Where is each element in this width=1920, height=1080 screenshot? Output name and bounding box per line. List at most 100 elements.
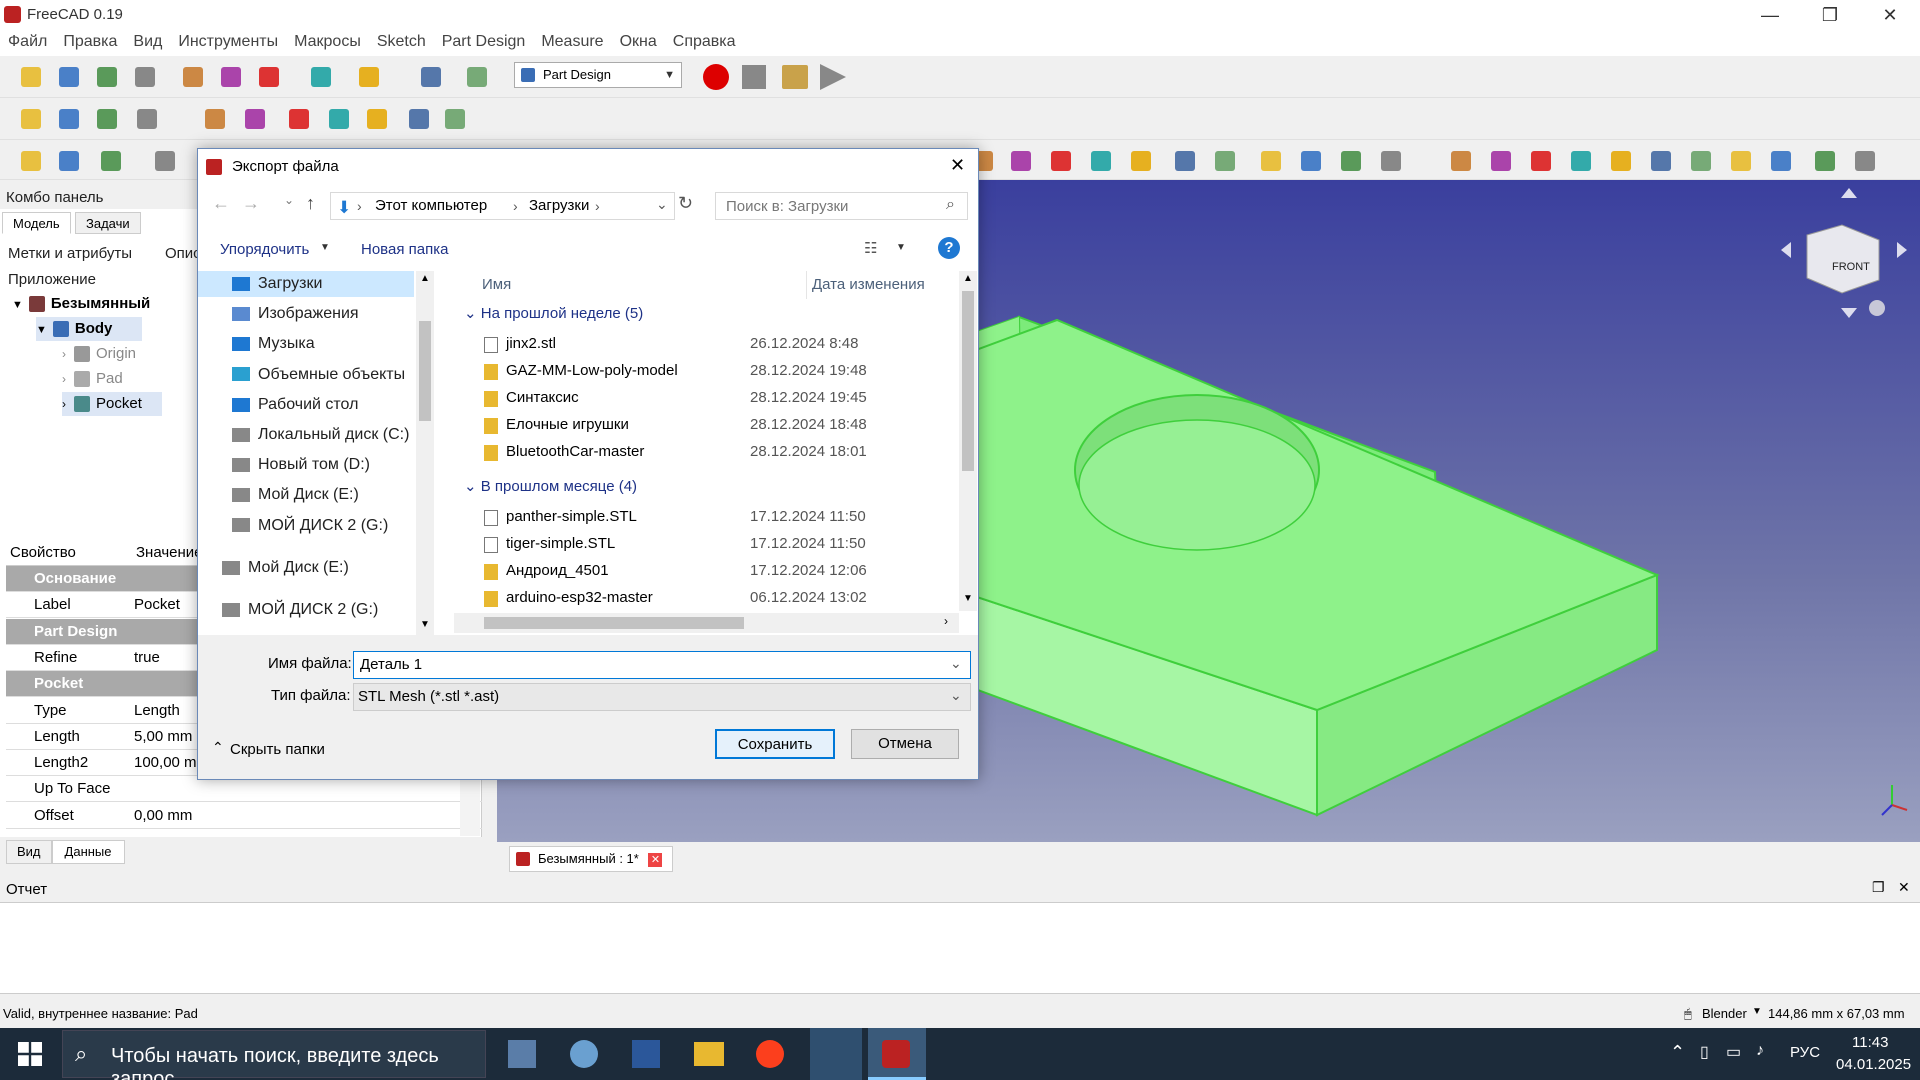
tray-chevron-icon[interactable]: ⌃ — [1670, 1042, 1685, 1063]
nav-cube-icon[interactable] — [1806, 224, 1880, 294]
chevron-up-icon[interactable]: ⌃ — [212, 739, 224, 756]
battery-icon[interactable]: ▯ — [1700, 1042, 1709, 1062]
cancel-button[interactable]: Отмена — [851, 729, 959, 759]
network-icon[interactable]: ▭ — [1726, 1042, 1741, 1062]
toolbar-row-3-button-13[interactable] — [1336, 146, 1366, 176]
property-value[interactable]: 5,00 mm — [134, 724, 192, 750]
toolbar-row-3-button-19[interactable] — [1606, 146, 1636, 176]
tab-tasks[interactable]: Задачи — [75, 212, 141, 234]
toolbar-row-3-button-0[interactable] — [16, 146, 46, 176]
scroll-up-icon[interactable]: ▲ — [963, 273, 973, 284]
toolbar-row-3-button-16[interactable] — [1486, 146, 1516, 176]
address-bar[interactable]: ⬇ › Этот компьютер › Загрузки › ⌄ — [330, 192, 675, 220]
toolbar-row-3-button-15[interactable] — [1446, 146, 1476, 176]
tab-model[interactable]: Модель — [2, 212, 71, 234]
property-value[interactable]: Pocket — [134, 592, 180, 618]
maximize-button[interactable]: ❐ — [1800, 0, 1860, 30]
toolbar-row-3-button-23[interactable] — [1766, 146, 1796, 176]
record-macro-icon[interactable] — [703, 64, 729, 90]
toolbar-row-2-button-7[interactable] — [324, 104, 354, 134]
search-input[interactable]: Поиск в: Загрузки ⌕ — [715, 192, 968, 220]
navigation-style[interactable]: Blender — [1702, 1006, 1747, 1021]
nav-item[interactable]: Изображения — [232, 301, 359, 327]
tree-item-origin[interactable]: › Origin — [62, 342, 136, 366]
nav-scrollbar[interactable]: ▲ ▼ — [416, 271, 434, 635]
scroll-right-icon[interactable]: › — [944, 614, 948, 628]
toolbar-row-1-button-3[interactable] — [130, 62, 160, 92]
minimize-button[interactable]: — — [1740, 0, 1800, 30]
clock-date[interactable]: 04.01.2025 — [1836, 1056, 1911, 1073]
nav-item[interactable]: Музыка — [232, 331, 315, 357]
toolbar-row-2-button-9[interactable] — [404, 104, 434, 134]
taskbar-search[interactable]: ⌕ Чтобы начать поиск, введите здесь запр… — [62, 1030, 486, 1080]
nav-cube-menu-icon[interactable] — [1869, 300, 1885, 316]
toolbar-row-3-button-5[interactable] — [1006, 146, 1036, 176]
close-report-icon[interactable]: ✕ — [1898, 879, 1910, 896]
toolbar-row-1-button-4[interactable] — [178, 62, 208, 92]
tree-item-body[interactable]: ▼ Body — [36, 317, 143, 341]
toolbar-row-1-button-1[interactable] — [54, 62, 84, 92]
toolbar-row-3-button-2[interactable] — [96, 146, 126, 176]
file-group-header[interactable]: ⌄ На прошлой неделе (5) — [464, 301, 643, 327]
menu-item-3[interactable]: Инструменты — [170, 30, 286, 54]
file-row[interactable]: panther-simple.STL 17.12.2024 11:50 — [454, 504, 924, 530]
toolbar-row-1-button-2[interactable] — [92, 62, 122, 92]
menu-item-1[interactable]: Правка — [55, 30, 125, 54]
filetype-select[interactable]: STL Mesh (*.stl *.ast) ⌄ — [353, 683, 971, 711]
nav-arrow-down-icon[interactable] — [1841, 308, 1857, 318]
forward-arrow-icon[interactable]: → — [242, 193, 260, 214]
recent-chevron-icon[interactable]: ⌄ — [284, 193, 294, 207]
menu-item-2[interactable]: Вид — [125, 30, 170, 54]
property-value[interactable]: 0,00 mm — [134, 803, 192, 829]
close-dialog-button[interactable]: ✕ — [950, 155, 965, 176]
word-app-icon[interactable] — [632, 1040, 660, 1068]
toolbar-row-3-button-25[interactable] — [1850, 146, 1880, 176]
explorer-app-icon[interactable] — [694, 1042, 724, 1066]
toolbar-row-2-button-4[interactable] — [200, 104, 230, 134]
nav-item[interactable]: МОЙ ДИСК 2 (G:) — [222, 597, 378, 623]
menu-item-7[interactable]: Measure — [533, 30, 611, 54]
float-icon[interactable]: ❐ — [1872, 879, 1885, 896]
tree-item-pad[interactable]: › Pad — [62, 367, 123, 391]
toolbar-row-3-button-21[interactable] — [1686, 146, 1716, 176]
toolbar-row-1-button-5[interactable] — [216, 62, 246, 92]
stop-macro-icon[interactable] — [742, 65, 766, 89]
file-row[interactable]: GAZ-MM-Low-poly-model 28.12.2024 19:48 — [454, 358, 924, 384]
tree-item-document[interactable]: ▼ Безымянный — [12, 292, 150, 316]
toolbar-row-3-button-24[interactable] — [1810, 146, 1840, 176]
file-row[interactable]: BluetoothCar-master 28.12.2024 18:01 — [454, 439, 924, 465]
hide-folders-button[interactable]: Скрыть папки — [230, 741, 325, 758]
organize-button[interactable]: Упорядочить — [220, 241, 309, 258]
tree-item-pocket[interactable]: › Pocket — [62, 392, 162, 416]
toolbar-row-2-button-2[interactable] — [92, 104, 122, 134]
file-row[interactable]: tiger-simple.STL 17.12.2024 11:50 — [454, 531, 924, 557]
nav-item[interactable]: Рабочий стол — [232, 392, 358, 418]
paint-app-icon[interactable] — [570, 1040, 598, 1068]
scroll-down-icon[interactable]: ▼ — [963, 593, 973, 604]
property-row[interactable]: Up To Face — [6, 776, 482, 803]
toolbar-row-3-button-12[interactable] — [1296, 146, 1326, 176]
column-date[interactable]: Дата изменения — [812, 271, 925, 299]
calculator-app-icon[interactable] — [508, 1040, 536, 1068]
toolbar-row-2-button-1[interactable] — [54, 104, 84, 134]
toolbar-row-3-button-3[interactable] — [150, 146, 180, 176]
toolbar-row-3-button-6[interactable] — [1046, 146, 1076, 176]
menu-item-9[interactable]: Справка — [665, 30, 744, 54]
address-dropdown-icon[interactable]: ⌄ — [656, 196, 668, 213]
clock-time[interactable]: 11:43 — [1852, 1034, 1888, 1051]
nav-scroll-thumb[interactable] — [419, 321, 431, 421]
scroll-down-icon[interactable]: ▼ — [420, 619, 430, 630]
toolbar-row-2-button-5[interactable] — [240, 104, 270, 134]
file-row[interactable]: arduino-esp32-master 06.12.2024 13:02 — [454, 585, 924, 611]
report-content[interactable] — [0, 902, 1920, 994]
nav-item[interactable]: Объемные объекты — [232, 362, 405, 388]
menu-item-8[interactable]: Окна — [612, 30, 665, 54]
run-macro-icon[interactable] — [820, 64, 846, 90]
file-row[interactable]: Елочные игрушки 28.12.2024 18:48 — [454, 412, 924, 438]
file-row[interactable]: Синтаксис 28.12.2024 19:45 — [454, 385, 924, 411]
nav-arrow-right-icon[interactable] — [1897, 242, 1907, 258]
view-options-icon[interactable]: ☷ — [864, 239, 877, 257]
nav-item[interactable]: МОЙ ДИСК 2 (G:) — [232, 513, 388, 539]
column-divider[interactable] — [806, 271, 807, 299]
file-group-header[interactable]: ⌄ В прошлом месяце (4) — [464, 474, 637, 500]
